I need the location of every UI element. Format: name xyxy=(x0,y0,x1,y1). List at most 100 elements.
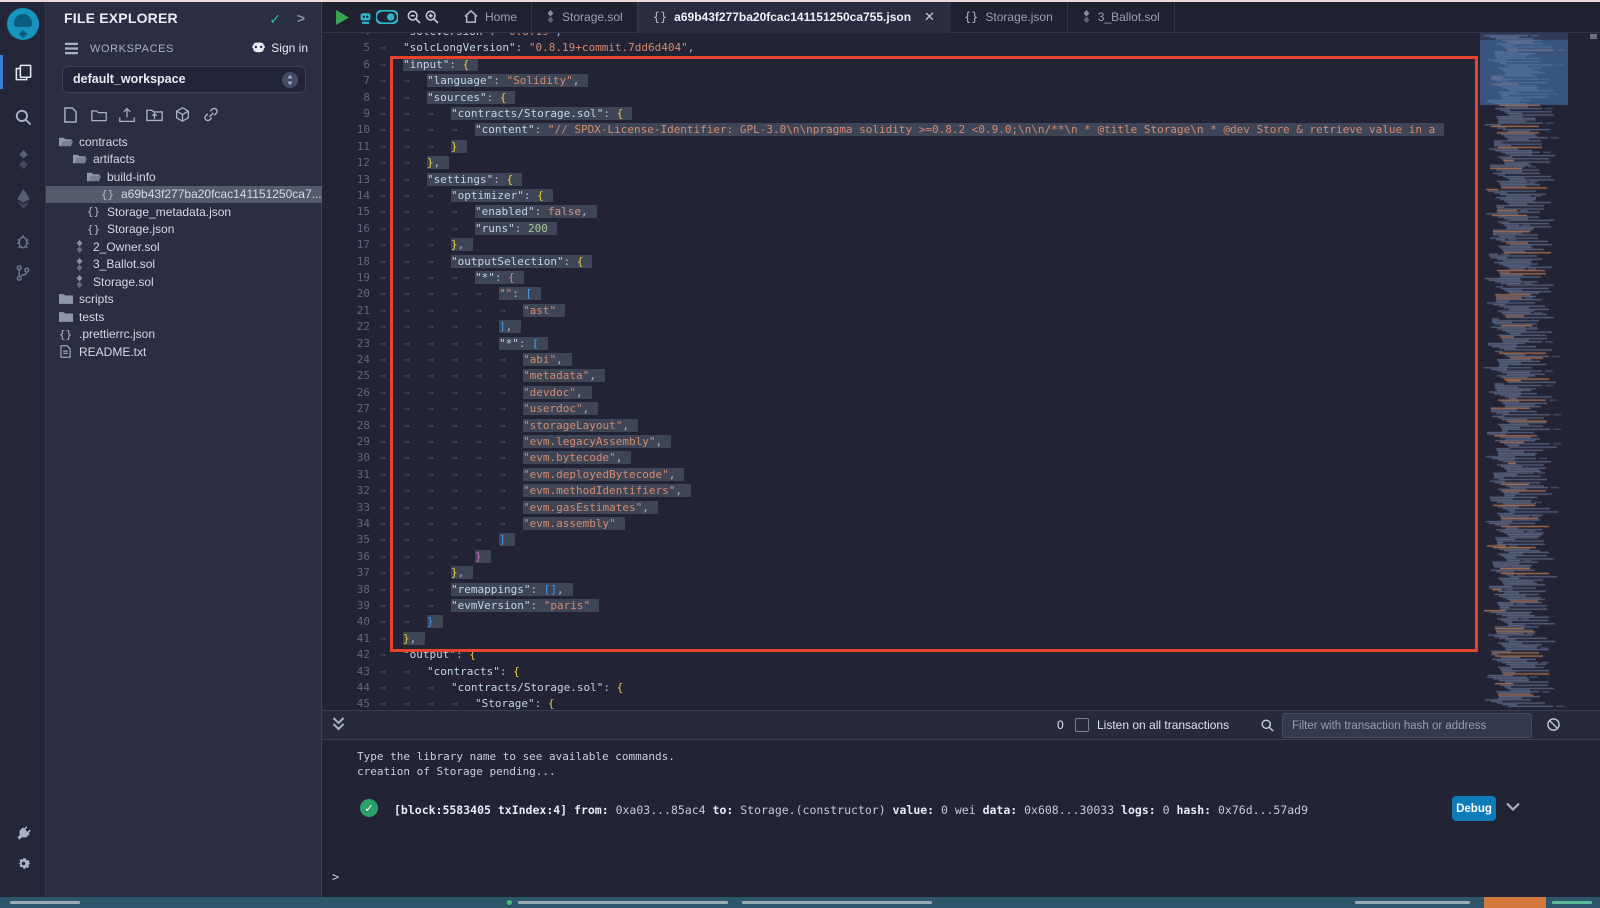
statusbar-text-fragment xyxy=(1552,901,1592,904)
clear-console-icon[interactable] xyxy=(1546,717,1561,732)
line-number: 38 xyxy=(322,582,370,598)
new-file-icon[interactable] xyxy=(62,106,79,123)
tree-item-readme-txt[interactable]: README.txt xyxy=(46,343,322,361)
code-line-33: 33→→→→→→"evm.gasEstimates", xyxy=(322,500,1600,516)
debug-button[interactable]: Debug xyxy=(1452,796,1496,821)
statusbar-text-fragment xyxy=(10,901,80,904)
line-number: 34 xyxy=(322,516,370,532)
tab-home[interactable]: Home xyxy=(450,0,532,33)
terminal-log-line: creation of Storage pending... xyxy=(357,765,556,778)
terminal-bar: 0 Listen on all transactions xyxy=(322,710,1600,740)
line-number: 10 xyxy=(322,122,370,138)
terminal-collapse-icon[interactable] xyxy=(332,716,345,732)
tab-storage-sol[interactable]: Storage.sol xyxy=(532,0,638,33)
git-icon[interactable] xyxy=(0,258,46,288)
tree-item-label: artifacts xyxy=(93,152,135,166)
tab-a69b43f277ba20fcac141151250ca755-json[interactable]: {}a69b43f277ba20fcac141151250ca755.json✕ xyxy=(638,0,950,33)
collapse-panel-icon[interactable]: > xyxy=(297,10,305,26)
zoom-out-icon[interactable] xyxy=(404,7,424,27)
code-line-18: 18→→→"outputSelection": { xyxy=(322,254,1600,270)
line-number: 39 xyxy=(322,598,370,614)
tab-label: 3_Ballot.sol xyxy=(1098,10,1160,24)
line-number: 16 xyxy=(322,221,370,237)
terminal-panel: 0 Listen on all transactions Type the li… xyxy=(322,710,1600,897)
line-number: 40 xyxy=(322,614,370,630)
tx-expand-icon[interactable] xyxy=(1506,800,1520,814)
line-number: 36 xyxy=(322,549,370,565)
run-script-icon[interactable] xyxy=(332,7,352,27)
tree-item-storage-metadata-json[interactable]: {}Storage_metadata.json xyxy=(46,203,322,221)
line-number: 35 xyxy=(322,532,370,548)
code-line-42: 42→"output": { xyxy=(322,647,1600,663)
tree-item-3-ballot-sol[interactable]: 3_Ballot.sol xyxy=(46,256,322,274)
tree-item-artifacts[interactable]: artifacts xyxy=(46,151,322,169)
debugger-icon[interactable] xyxy=(0,226,46,256)
tree-item-build-info[interactable]: build-info xyxy=(46,168,322,186)
tree-item-label: build-info xyxy=(107,170,156,184)
deploy-run-icon[interactable] xyxy=(0,184,46,214)
workspaces-menu-icon[interactable] xyxy=(64,42,79,55)
line-number: 17 xyxy=(322,237,370,253)
remix-ide-window: FILE EXPLORER ✓ > WORKSPACES Sign in def… xyxy=(0,0,1600,908)
line-number: 19 xyxy=(322,270,370,286)
code-line-11: 11→→→} xyxy=(322,139,1600,155)
tab-3-ballot-sol[interactable]: 3_Ballot.sol xyxy=(1068,0,1175,33)
workspace-select[interactable]: default_workspace xyxy=(62,66,306,93)
remix-ai-icon[interactable] xyxy=(355,7,375,27)
line-number: 18 xyxy=(322,254,370,270)
tree-item-scripts[interactable]: scripts xyxy=(46,291,322,309)
transaction-filter-input[interactable] xyxy=(1282,713,1532,738)
folder-icon xyxy=(58,311,73,323)
file-explorer-panel: FILE EXPLORER ✓ > WORKSPACES Sign in def… xyxy=(46,0,322,897)
terminal-prompt[interactable]: > xyxy=(332,870,339,884)
tree-item-2-owner-sol[interactable]: 2_Owner.sol xyxy=(46,238,322,256)
toggle-icon[interactable] xyxy=(374,7,400,27)
tab-label: Home xyxy=(485,10,517,24)
close-icon[interactable]: ✕ xyxy=(924,9,935,25)
tree-item--prettierrc-json[interactable]: {}.prettierrc.json xyxy=(46,326,322,344)
workspace-select-toggle-icon[interactable] xyxy=(282,72,298,88)
transaction-row[interactable]: ✓ [block:5583405 txIndex:4] from: 0xa03.… xyxy=(322,793,1600,825)
minimap[interactable] xyxy=(1480,33,1568,710)
solidity-icon xyxy=(72,275,87,288)
tree-item-storage-json[interactable]: {}Storage.json xyxy=(46,221,322,239)
solidity-compiler-icon[interactable] xyxy=(0,144,46,174)
sign-in-button[interactable]: Sign in xyxy=(251,41,308,55)
statusbar-alert-segment[interactable] xyxy=(1484,897,1546,908)
file-explorer-icon[interactable] xyxy=(0,57,46,87)
tree-item-contracts[interactable]: contracts xyxy=(46,133,322,151)
tree-item-label: scripts xyxy=(79,292,114,306)
tree-item-tests[interactable]: tests xyxy=(46,308,322,326)
settings-icon[interactable] xyxy=(0,848,46,878)
terminal-search-icon[interactable] xyxy=(1260,718,1275,733)
code-line-32: 32→→→→→→"evm.methodIdentifiers", xyxy=(322,483,1600,499)
remix-logo[interactable] xyxy=(0,7,46,41)
tree-item-label: Storage.json xyxy=(107,222,174,236)
line-number: 21 xyxy=(322,303,370,319)
tree-item-a69b43f277ba20fcac141151250ca7-[interactable]: {}a69b43f277ba20fcac141151250ca7... xyxy=(46,186,322,204)
new-folder-icon[interactable] xyxy=(90,106,107,123)
upload-folder-icon[interactable] xyxy=(146,106,163,123)
code-line-30: 30→→→→→→"evm.bytecode", xyxy=(322,450,1600,466)
gist-icon[interactable] xyxy=(174,106,191,123)
code-line-34: 34→→→→→→"evm.assembly" xyxy=(322,516,1600,532)
tree-item-storage-sol[interactable]: Storage.sol xyxy=(46,273,322,291)
tab-storage-json[interactable]: {}Storage.json xyxy=(950,0,1068,33)
code-editor[interactable]: 4→"solcVersion": "0.8.19",5→"solcLongVer… xyxy=(322,33,1600,710)
tx-summary: [block:5583405 txIndex:4] from: 0xa03...… xyxy=(394,803,1308,817)
code-line-38: 38→→→"remappings": [], xyxy=(322,582,1600,598)
zoom-in-icon[interactable] xyxy=(422,7,442,27)
link-icon[interactable] xyxy=(202,106,219,123)
file-tree: contractsartifacts build-info {}a69b43f277… xyxy=(46,133,322,361)
line-number: 25 xyxy=(322,368,370,384)
icon-rail xyxy=(0,0,46,897)
upload-file-icon[interactable] xyxy=(118,106,135,123)
code-line-28: 28→→→→→→"storageLayout", xyxy=(322,418,1600,434)
folder-icon xyxy=(58,293,73,305)
scrollbar-thumb[interactable] xyxy=(1590,34,1597,39)
code-line-6: 6→"input": { xyxy=(322,57,1600,73)
plugin-manager-icon[interactable] xyxy=(0,818,46,848)
search-icon[interactable] xyxy=(0,102,46,132)
code-line-35: 35→→→→→] xyxy=(322,532,1600,548)
listen-checkbox[interactable] xyxy=(1075,718,1089,732)
